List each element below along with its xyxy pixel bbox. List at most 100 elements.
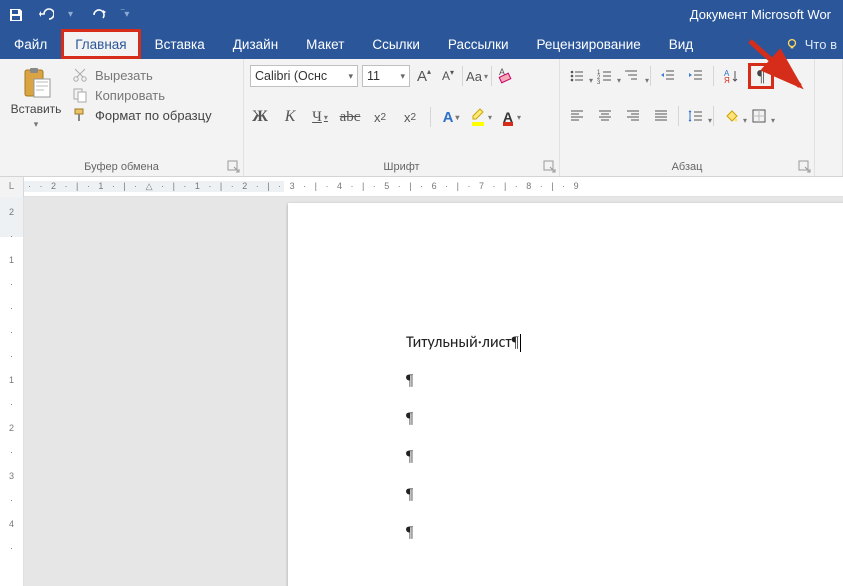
numbering-button[interactable]: 123 xyxy=(594,66,616,86)
bullets-button[interactable] xyxy=(566,66,588,86)
justify-button[interactable] xyxy=(650,106,672,126)
redo-icon[interactable] xyxy=(91,7,107,23)
tell-me-label: Что в xyxy=(805,37,837,52)
justify-icon xyxy=(653,108,669,124)
tab-selector[interactable]: L xyxy=(0,177,24,197)
sort-icon: AЯ xyxy=(723,68,739,84)
clear-formatting-button[interactable]: A xyxy=(496,66,516,86)
qat-sep: ▾ xyxy=(68,9,77,20)
group-truncated xyxy=(815,59,843,176)
undo-icon[interactable] xyxy=(38,7,54,23)
align-center-button[interactable] xyxy=(594,106,616,126)
multilevel-list-icon xyxy=(625,68,641,84)
tab-file[interactable]: Файл xyxy=(0,29,61,59)
sort-button[interactable]: AЯ xyxy=(720,66,742,86)
ribbon-tabs: Файл Главная Вставка Дизайн Макет Ссылки… xyxy=(0,29,843,59)
group-label-paragraph: Абзац xyxy=(566,159,808,176)
decrease-indent-button[interactable] xyxy=(657,66,679,86)
align-right-button[interactable] xyxy=(622,106,644,126)
superscript-button[interactable]: x2 xyxy=(400,107,420,127)
group-label-font: Шрифт xyxy=(250,159,553,176)
tab-insert[interactable]: Вставка xyxy=(141,29,219,59)
paste-label: Вставить xyxy=(11,102,62,116)
strikethrough-button[interactable]: abc xyxy=(340,107,360,127)
svg-text:A: A xyxy=(499,67,505,77)
scissors-icon xyxy=(72,67,88,83)
multilevel-list-button[interactable] xyxy=(622,66,644,86)
copy-button[interactable]: Копировать xyxy=(72,87,212,103)
cut-button[interactable]: Вырезать xyxy=(72,67,212,83)
ruler-vertical[interactable]: 2·1····1·2·3·4· xyxy=(0,197,24,586)
font-name-combo[interactable]: Calibri (Оснс ▾ xyxy=(250,65,358,87)
shading-button[interactable] xyxy=(720,106,742,126)
ruler-marks: · · 2 · | · 1 · | · △ · | · 1 · | · 2 · … xyxy=(28,181,582,192)
pilcrow-icon: ¶ xyxy=(406,486,843,504)
tab-review[interactable]: Рецензирование xyxy=(523,29,655,59)
canvas[interactable]: Титульный·лист¶ ¶ ¶ ¶ ¶ ¶ xyxy=(24,197,843,586)
pilcrow-icon: ¶ xyxy=(406,524,843,542)
page[interactable]: Титульный·лист¶ ¶ ¶ ¶ ¶ ¶ xyxy=(288,203,843,586)
dialog-launcher-icon[interactable] xyxy=(543,160,557,174)
tell-me[interactable]: Что в xyxy=(779,29,843,59)
group-label-clipboard: Буфер обмена xyxy=(6,159,237,176)
indent-icon xyxy=(688,68,704,84)
clipboard-icon xyxy=(20,67,52,99)
dialog-launcher-icon[interactable] xyxy=(798,160,812,174)
copy-label: Копировать xyxy=(95,88,165,103)
underline-button[interactable]: Ч xyxy=(310,107,330,127)
svg-text:3: 3 xyxy=(597,80,601,84)
tab-design[interactable]: Дизайн xyxy=(219,29,292,59)
bold-button[interactable]: Ж xyxy=(250,107,270,127)
text-effects-button[interactable]: A xyxy=(441,107,461,127)
ribbon: Вставить ▾ Вырезать Копировать xyxy=(0,59,843,177)
bullet-list-icon xyxy=(569,68,585,84)
grow-font-button[interactable]: A▴ xyxy=(414,66,434,86)
align-left-button[interactable] xyxy=(566,106,588,126)
ruler-horizontal[interactable]: L · · 2 · | · 1 · | · △ · | · 1 · | · 2 … xyxy=(0,177,843,197)
line-spacing-button[interactable] xyxy=(685,106,707,126)
italic-button[interactable]: К xyxy=(280,107,300,127)
pilcrow-icon: ¶ xyxy=(406,448,843,466)
svg-text:Я: Я xyxy=(724,76,730,84)
paintbrush-icon xyxy=(72,107,88,123)
chevron-down-icon: ▾ xyxy=(400,71,405,82)
line-spacing-icon xyxy=(688,108,704,124)
tab-mailings[interactable]: Рассылки xyxy=(434,29,523,59)
pilcrow-icon: ¶ xyxy=(406,372,843,390)
align-left-icon xyxy=(569,108,585,124)
align-right-icon xyxy=(625,108,641,124)
highlight-button[interactable] xyxy=(471,107,491,127)
borders-button[interactable] xyxy=(748,106,770,126)
tab-layout[interactable]: Макет xyxy=(292,29,358,59)
font-color-icon: A xyxy=(501,107,515,127)
qat-customize-icon[interactable]: ‾▾ xyxy=(121,9,130,20)
tab-view[interactable]: Вид xyxy=(655,29,707,59)
document-area: 2·1····1·2·3·4· Титульный·лист¶ ¶ ¶ ¶ ¶ … xyxy=(0,197,843,586)
eraser-icon: A xyxy=(497,67,515,85)
align-center-icon xyxy=(597,108,613,124)
show-hide-button[interactable]: ¶ xyxy=(748,63,774,89)
quick-access-toolbar: ▾ ‾▾ xyxy=(8,7,130,23)
font-size-combo[interactable]: 11 ▾ xyxy=(362,65,410,87)
tab-home[interactable]: Главная xyxy=(61,29,140,59)
pilcrow-icon: ¶ xyxy=(512,334,519,351)
chevron-down-icon: ▾ xyxy=(34,119,39,130)
tab-references[interactable]: Ссылки xyxy=(358,29,434,59)
paste-button[interactable]: Вставить ▾ xyxy=(6,63,66,159)
copy-icon xyxy=(72,87,88,103)
format-painter-button[interactable]: Формат по образцу xyxy=(72,107,212,123)
save-icon[interactable] xyxy=(8,7,24,23)
document-title: Документ Microsoft Wor xyxy=(130,7,835,22)
format-painter-label: Формат по образцу xyxy=(95,108,212,123)
font-color-button[interactable]: A xyxy=(501,107,521,127)
font-size-value: 11 xyxy=(367,69,380,83)
font-name-value: Calibri (Оснс xyxy=(255,69,327,83)
dialog-launcher-icon[interactable] xyxy=(227,160,241,174)
shrink-font-button[interactable]: A▾ xyxy=(438,66,458,86)
lightbulb-icon xyxy=(785,37,799,51)
chevron-down-icon: ▾ xyxy=(348,71,353,82)
subscript-button[interactable]: x2 xyxy=(370,107,390,127)
title-bar: ▾ ‾▾ Документ Microsoft Wor xyxy=(0,0,843,29)
increase-indent-button[interactable] xyxy=(685,66,707,86)
change-case-button[interactable]: Aa xyxy=(467,66,487,86)
